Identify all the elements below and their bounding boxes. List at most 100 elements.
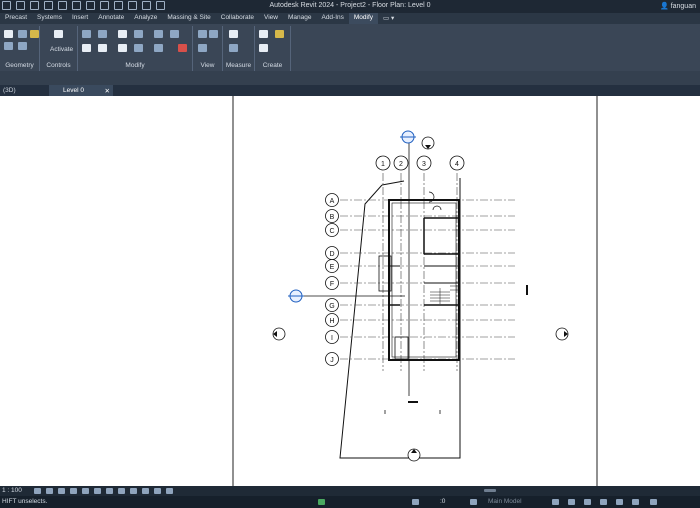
tab-add-ins[interactable]: Add-Ins [316, 13, 348, 24]
view-control-bar: 1 : 100 [0, 486, 700, 496]
activate-label: Activate [50, 46, 74, 53]
editable-only-icon[interactable] [552, 499, 559, 505]
tab-systems[interactable]: Systems [32, 13, 67, 24]
grid-label-1: 1 [381, 161, 385, 168]
title-bar: Autodesk Revit 2024 - Project2 - Floor P… [0, 0, 700, 13]
array-icon[interactable] [154, 44, 163, 52]
status-message: HIFT unselects. [2, 498, 48, 505]
cut-geometry-icon[interactable] [4, 30, 13, 38]
measure-group: Measure [223, 26, 255, 71]
status-splitter-handle[interactable] [484, 489, 496, 492]
select-pinned-icon[interactable] [600, 499, 607, 505]
temporary-hide-icon[interactable] [106, 488, 113, 494]
show-crop-icon[interactable] [94, 488, 101, 494]
move-icon[interactable] [82, 44, 91, 52]
close-icon[interactable]: ✕ [105, 87, 110, 95]
tab-analyze[interactable]: Analyze [129, 13, 162, 24]
view-tab-3d[interactable]: (3D) [0, 85, 19, 96]
visual-style-icon[interactable] [46, 488, 53, 494]
create-assembly-icon[interactable] [259, 30, 268, 38]
reveal-constraints-icon[interactable] [166, 488, 173, 494]
paint-icon[interactable] [30, 30, 39, 38]
ribbon-panel: Geometry Activate Controls Modify View M… [0, 24, 700, 71]
tab-manage[interactable]: Manage [283, 13, 317, 24]
linework-icon[interactable] [198, 44, 207, 52]
filter-selection-icon[interactable] [650, 499, 657, 505]
scale-label[interactable]: 1 : 100 [2, 487, 22, 494]
drag-elements-icon[interactable] [632, 499, 639, 505]
sun-path-icon[interactable] [58, 488, 65, 494]
controls-group-label: Controls [46, 62, 71, 69]
trim-icon[interactable] [134, 44, 143, 52]
worksharing-display-icon[interactable] [130, 488, 137, 494]
select-by-face-icon[interactable] [616, 499, 623, 505]
grid-label-f: F [330, 281, 334, 288]
reveal-hidden-icon[interactable] [118, 488, 125, 494]
grid-label-3: 3 [422, 161, 426, 168]
offset-icon[interactable] [98, 30, 107, 38]
site-marks [384, 410, 441, 414]
grid-label-g: G [329, 303, 334, 310]
activate-controls-icon[interactable] [54, 30, 63, 38]
wall-joins-icon[interactable] [4, 42, 13, 50]
view-tab-level-0[interactable]: Level 0 ✕ [49, 85, 113, 96]
create-group-label: Create [262, 62, 283, 69]
select-underlay-icon[interactable] [584, 499, 591, 505]
horizontal-grid-lines [340, 199, 515, 360]
trim-extend-icon[interactable] [170, 30, 179, 38]
hide-element-icon[interactable] [198, 30, 207, 38]
rotate-icon[interactable] [118, 44, 127, 52]
mirror-axis-icon[interactable] [118, 30, 127, 38]
tab-massing-site[interactable]: Massing & Site [162, 13, 215, 24]
workset-icon[interactable] [318, 499, 325, 505]
split-face-icon[interactable] [18, 42, 27, 50]
create-parts-icon[interactable] [259, 44, 268, 52]
join-geometry-icon[interactable] [18, 30, 27, 38]
building-walls [378, 191, 460, 361]
tab-insert[interactable]: Insert [67, 13, 93, 24]
split-icon[interactable] [154, 30, 163, 38]
design-options-icon[interactable] [470, 499, 477, 505]
delete-icon[interactable] [178, 44, 187, 52]
tab-modify[interactable]: Modify [348, 13, 379, 24]
geometry-group-label: Geometry [5, 62, 34, 69]
ribbon-display-toggle[interactable]: ▭ ▾ [378, 13, 399, 24]
override-graphics-icon[interactable] [209, 30, 218, 38]
model-selector[interactable]: Main Model [488, 498, 522, 505]
modify-group: Modify [78, 26, 193, 71]
select-links-icon[interactable] [568, 499, 575, 505]
tab-collaborate[interactable]: Collaborate [216, 13, 259, 24]
measure-icon[interactable] [229, 30, 238, 38]
tab-precast[interactable]: Precast [0, 13, 32, 24]
view-tab-bar: (3D) Level 0 ✕ [0, 85, 700, 96]
filter-icon[interactable] [412, 499, 419, 505]
grid-label-i: I [331, 335, 333, 342]
highlight-displacement-icon[interactable] [154, 488, 161, 494]
crop-view-icon[interactable] [82, 488, 89, 494]
window-title: Autodesk Revit 2024 - Project2 - Floor P… [269, 2, 431, 9]
copy-icon[interactable] [98, 44, 107, 52]
controls-group: Activate Controls [40, 26, 78, 71]
floor-plan-drawing[interactable]: 1 2 3 4 A B C D E F G H I J [0, 96, 700, 486]
mirror-draw-icon[interactable] [134, 30, 143, 38]
drawing-area[interactable]: 1 2 3 4 A B C D E F G H I J [0, 96, 700, 486]
create-similar-icon[interactable] [275, 30, 284, 38]
user-account[interactable]: 👤 fanguan [660, 2, 696, 10]
align-icon[interactable] [82, 30, 91, 38]
grid-label-e: E [330, 264, 335, 271]
grid-label-a: A [330, 198, 335, 205]
shadows-icon[interactable] [70, 488, 77, 494]
tab-view[interactable]: View [259, 13, 283, 24]
options-bar [0, 71, 700, 85]
ribbon-tab-bar: Precast Systems Insert Annotate Analyze … [0, 13, 700, 24]
grid-label-j: J [330, 357, 334, 364]
detail-level-icon[interactable] [34, 488, 41, 494]
grid-label-d: D [329, 251, 334, 258]
analytical-model-icon[interactable] [142, 488, 149, 494]
stairs [430, 285, 458, 304]
grid-label-c: C [329, 228, 334, 235]
user-name: fanguan [670, 3, 696, 10]
dimension-icon[interactable] [229, 44, 238, 52]
tab-annotate[interactable]: Annotate [93, 13, 129, 24]
geometry-group: Geometry [0, 26, 40, 71]
